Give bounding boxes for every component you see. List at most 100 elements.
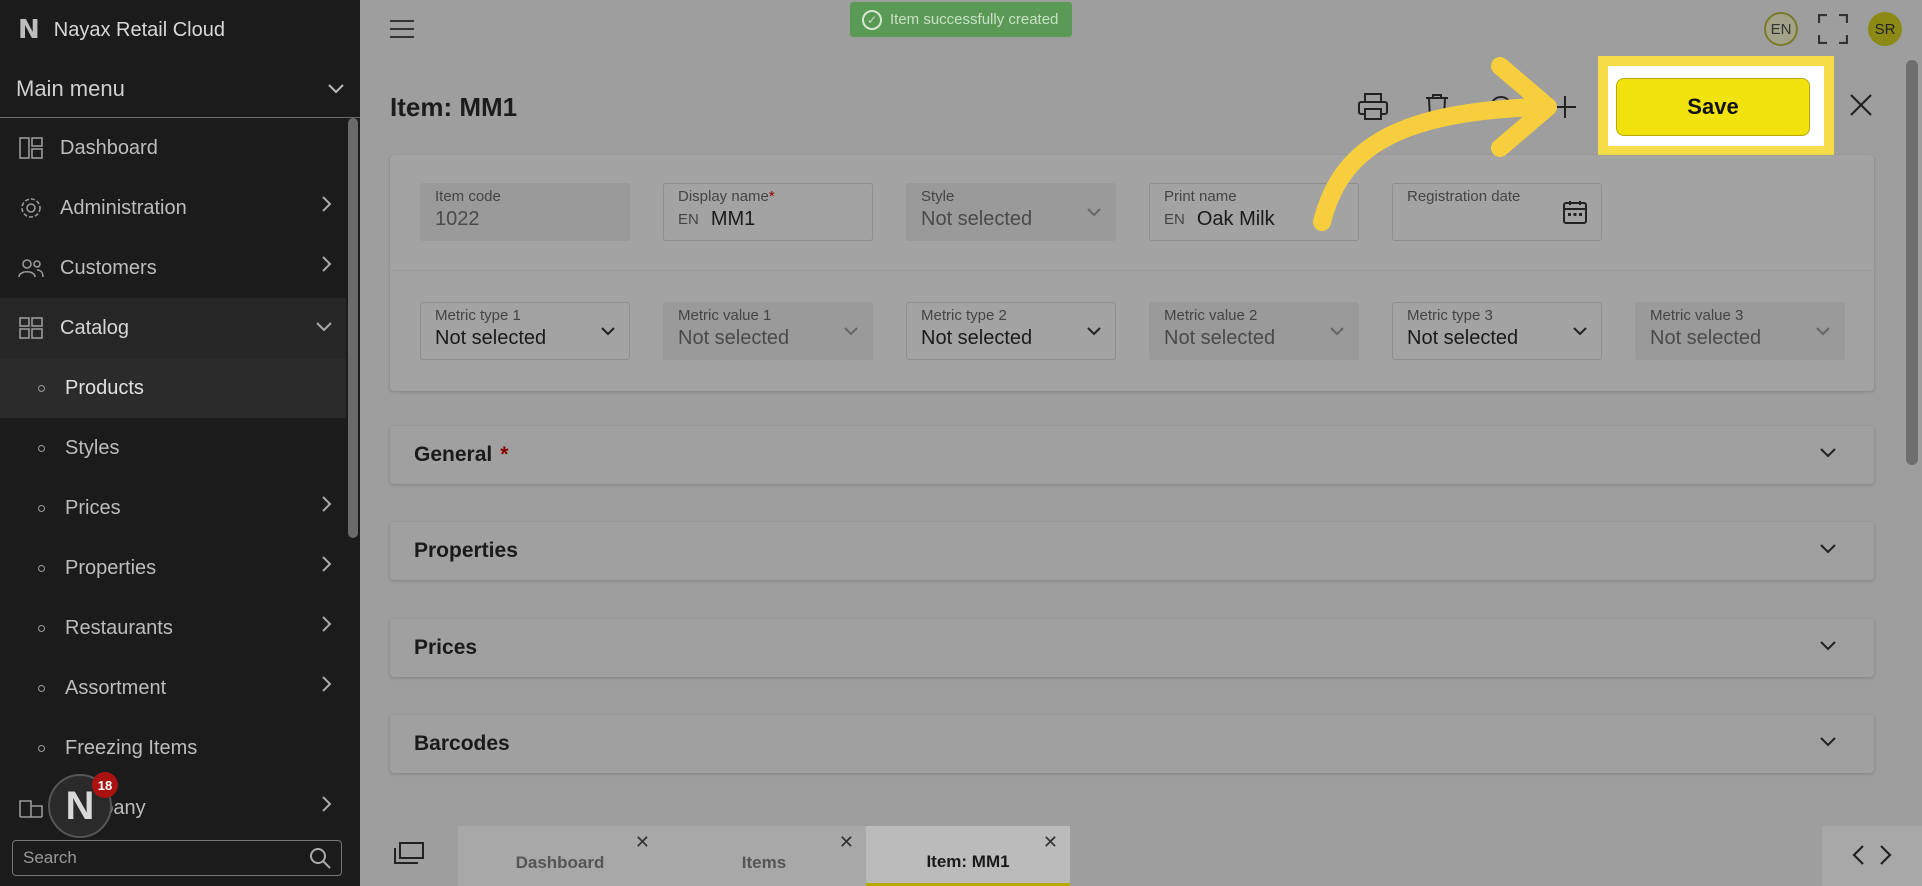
hamburger-icon[interactable] — [390, 20, 414, 44]
copy-icon[interactable] — [1484, 90, 1518, 124]
tab-item-mm1[interactable]: Item: MM1 ✕ — [866, 826, 1070, 886]
sidebar-subitem-assortment[interactable]: Assortment — [0, 658, 346, 718]
tab-items[interactable]: Items ✕ — [662, 826, 866, 886]
bullet-icon — [38, 744, 45, 752]
main-scrollbar[interactable] — [1906, 60, 1918, 465]
tab-navigation — [1822, 826, 1922, 886]
sidebar-search-input[interactable]: Search — [12, 840, 342, 876]
user-avatar[interactable]: SR — [1868, 12, 1902, 46]
delete-icon[interactable] — [1420, 90, 1454, 124]
sidebar-subitem-freezing-items[interactable]: Freezing Items — [0, 718, 346, 778]
chevron-right-icon — [322, 256, 332, 272]
section-barcodes[interactable]: Barcodes — [390, 715, 1874, 773]
section-properties[interactable]: Properties — [390, 522, 1874, 580]
chevron-down-icon — [328, 83, 344, 93]
metric-type-2-select[interactable]: Metric type 2 Not selected — [906, 302, 1116, 360]
registration-date-field[interactable]: Registration date — [1392, 183, 1602, 241]
chevron-right-icon — [322, 796, 332, 812]
field-label: Metric value 3 — [1650, 307, 1744, 324]
save-button[interactable]: Save — [1616, 78, 1810, 136]
field-value: Not selected — [1650, 327, 1762, 349]
chevron-right-icon[interactable] — [1880, 841, 1892, 872]
field-value: MM1 — [710, 208, 756, 230]
sidebar: N Nayax Retail Cloud Main menu Dashboard… — [0, 0, 360, 886]
field-label: Metric value 2 — [1164, 307, 1258, 324]
tab-label: Dashboard — [515, 853, 605, 872]
chevron-down-icon — [1087, 208, 1101, 217]
sidebar-subitem-restaurants[interactable]: Restaurants — [0, 598, 346, 658]
display-name-field[interactable]: Display name* EN MM1 — [663, 183, 873, 241]
gear-icon — [18, 195, 44, 221]
item-code-field[interactable]: Item code 1022 — [420, 183, 630, 241]
field-value: Not selected — [678, 327, 790, 349]
print-icon[interactable] — [1356, 90, 1390, 124]
field-label: Item code — [435, 188, 501, 205]
tab-bar: Dashboard ✕ Items ✕ Item: MM1 ✕ — [360, 810, 1922, 886]
search-icon — [310, 848, 331, 869]
chevron-left-icon[interactable] — [1852, 841, 1864, 872]
sidebar-subitem-label: Prices — [65, 496, 121, 519]
sidebar-subitem-prices[interactable]: Prices — [0, 478, 346, 538]
close-tab-icon[interactable]: ✕ — [839, 832, 854, 853]
chevron-down-icon — [601, 327, 615, 336]
close-icon[interactable] — [1850, 90, 1872, 124]
item-header-card: Item code 1022 Display name* EN MM1 Style… — [390, 155, 1874, 391]
tab-label: Item: MM1 — [926, 851, 1010, 871]
sidebar-item-administration[interactable]: Administration — [0, 178, 346, 238]
sidebar-subitem-styles[interactable]: Styles — [0, 418, 346, 478]
chevron-down-icon — [1087, 327, 1101, 336]
sidebar-item-dashboard[interactable]: Dashboard — [0, 118, 346, 178]
tabs-overview-icon[interactable] — [394, 842, 424, 869]
sidebar-subitem-label: Products — [65, 376, 144, 399]
chevron-down-icon — [1573, 327, 1587, 336]
sidebar-item-label: Dashboard — [60, 136, 158, 159]
metric-value-1-select[interactable]: Metric value 1 Not selected — [663, 302, 873, 360]
bullet-icon — [38, 624, 45, 632]
field-label: Metric type 3 — [1407, 307, 1493, 324]
tab-label: Items — [741, 853, 787, 872]
section-prices[interactable]: Prices — [390, 619, 1874, 677]
fullscreen-icon[interactable] — [1817, 13, 1849, 45]
main-menu-toggle[interactable]: Main menu — [0, 60, 360, 118]
metric-value-2-select[interactable]: Metric value 2 Not selected — [1149, 302, 1359, 360]
section-title: General — [414, 443, 493, 466]
sidebar-item-customers[interactable]: Customers — [0, 238, 346, 298]
field-value: Not selected — [1164, 327, 1276, 349]
success-toast: ✓ Item successfully created — [850, 2, 1072, 37]
sidebar-scrollbar[interactable] — [348, 118, 358, 538]
close-tab-icon[interactable]: ✕ — [635, 832, 650, 853]
chevron-right-icon — [322, 556, 332, 572]
style-select[interactable]: Style Not selected — [906, 183, 1116, 241]
notification-badge: 18 — [92, 772, 118, 798]
sidebar-menu: Dashboard Administration Customers Catal… — [0, 118, 346, 826]
field-value: Not selected — [921, 208, 1033, 230]
metric-type-3-select[interactable]: Metric type 3 Not selected — [1392, 302, 1602, 360]
section-general[interactable]: General * — [390, 426, 1874, 484]
toolbar — [1356, 90, 1582, 124]
brand[interactable]: N Nayax Retail Cloud — [0, 0, 360, 60]
print-name-field[interactable]: Print name EN Oak Milk — [1149, 183, 1359, 241]
field-value: Oak Milk — [1196, 208, 1275, 230]
metric-type-1-select[interactable]: Metric type 1 Not selected — [420, 302, 630, 360]
metric-value-3-select[interactable]: Metric value 3 Not selected — [1635, 302, 1845, 360]
close-tab-icon[interactable]: ✕ — [1043, 832, 1058, 853]
main-content: Item: MM1 Save Item code 1022 Display na… — [360, 56, 1922, 886]
dashboard-icon — [18, 135, 44, 161]
topbar: ✓ Item successfully created EN SR — [360, 0, 1922, 60]
language-button[interactable]: EN — [1764, 12, 1798, 46]
users-icon — [18, 255, 44, 281]
chevron-down-icon — [1820, 641, 1836, 651]
sidebar-subitem-products[interactable]: Products — [0, 358, 346, 418]
chevron-right-icon — [322, 616, 332, 632]
field-label: Metric value 1 — [678, 307, 772, 324]
sidebar-subitem-label: Properties — [65, 556, 157, 579]
support-avatar[interactable]: N 18 — [48, 772, 118, 838]
sidebar-subitem-properties[interactable]: Properties — [0, 538, 346, 598]
brand-name: Nayax Retail Cloud — [53, 18, 225, 41]
field-label: Display name* — [678, 188, 775, 205]
sidebar-item-catalog[interactable]: Catalog — [0, 298, 346, 358]
tab-dashboard[interactable]: Dashboard ✕ — [458, 826, 662, 886]
calendar-icon[interactable] — [1563, 200, 1587, 224]
add-icon[interactable] — [1548, 90, 1582, 124]
language-prefix: EN — [1164, 211, 1185, 228]
